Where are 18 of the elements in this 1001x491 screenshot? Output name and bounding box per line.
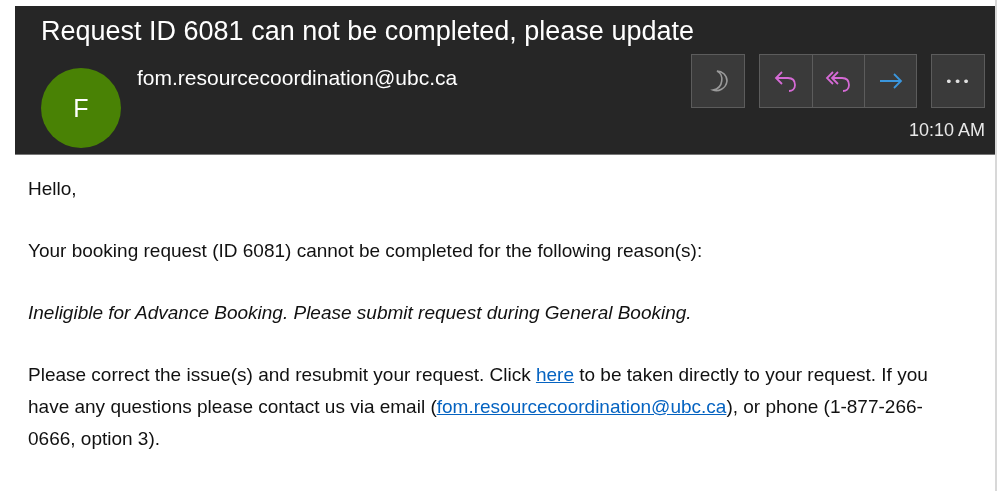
link[interactable]: fom.resourcecoordination@ubc.ca: [436, 396, 727, 417]
forward-icon: [877, 72, 904, 90]
sender-avatar: F: [41, 68, 121, 148]
body-paragraph: Please correct the issue(s) and resubmit your request. Click here to be taken directly to your request. If you have any questions please contact us via email (fom.resourcecoordination@ubc.ca), or phone (1-877-266-0666, option 3).: [28, 363, 929, 451]
body-paragraph: Ineligible for Advance Booking. Please submit request during General Booking.: [28, 301, 693, 325]
reply-all-button[interactable]: [812, 55, 864, 107]
body-paragraph: Your booking request (ID 6081) cannot be completed for the following reason(s):: [28, 239, 704, 263]
more-button[interactable]: •••: [932, 55, 984, 107]
sender-address: fom.resourcecoordination@ubc.ca: [137, 66, 458, 90]
reply-all-icon: [824, 68, 853, 94]
body-paragraph: Hello,: [28, 177, 78, 201]
link[interactable]: here: [535, 364, 574, 385]
forward-button[interactable]: [864, 55, 916, 107]
received-time: 10:10 AM: [908, 120, 985, 141]
message-subject: Request ID 6081 can not be completed, please update: [41, 15, 695, 48]
reply-button[interactable]: [760, 55, 812, 107]
reply-icon: [773, 68, 799, 94]
moon-button[interactable]: [692, 55, 744, 107]
